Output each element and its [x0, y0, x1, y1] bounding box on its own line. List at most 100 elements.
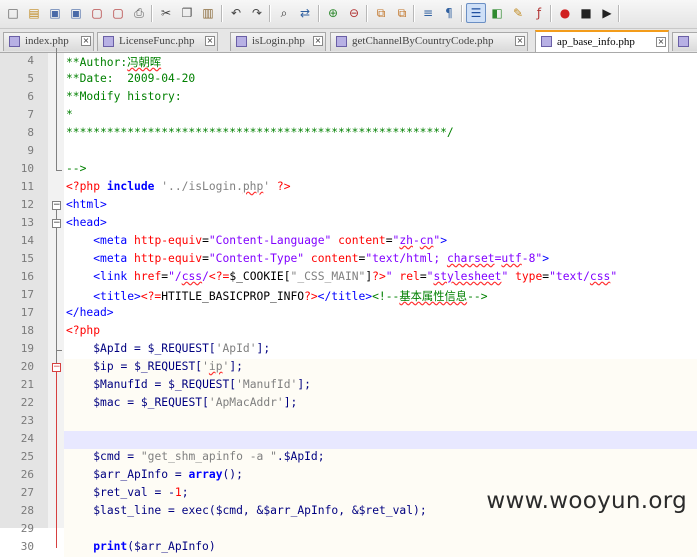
code-line[interactable]: 15 <meta http-equiv="Content-Type" conte…: [0, 251, 697, 269]
replace-button[interactable]: ⇄: [295, 3, 315, 23]
close-file-button[interactable]: ▢: [87, 3, 107, 23]
code-line[interactable]: 17 <title><?=HTITLE_BASICPROP_INFO?></ti…: [0, 287, 697, 305]
close-tab-icon[interactable]: ×: [313, 36, 323, 46]
line-number: 27: [20, 486, 34, 499]
close-tab-icon[interactable]: ×: [205, 36, 215, 46]
code-text: <head>: [66, 216, 107, 229]
stop-recording-button[interactable]: ■: [576, 3, 596, 23]
undo-button[interactable]: ↶: [226, 3, 246, 23]
php-file-icon: [236, 36, 247, 47]
paste-button[interactable]: ▥: [198, 3, 218, 23]
fold-toggle-icon[interactable]: −: [52, 363, 61, 372]
code-line[interactable]: 7 *: [0, 107, 697, 125]
undo-icon: ↶: [230, 6, 242, 20]
code-line[interactable]: 23: [0, 413, 697, 431]
code-line[interactable]: 18 <?php: [0, 323, 697, 341]
code-line[interactable]: 25 $cmd = "get_shm_apinfo -a ".$ApId;: [0, 449, 697, 467]
tab-ap-base-info-php[interactable]: ap_base_info.php ×: [535, 30, 669, 52]
code-line[interactable]: 5 **Date: 2009-04-20: [0, 71, 697, 89]
code-line[interactable]: 17 </head>: [0, 305, 697, 323]
show-all-chars-icon: ¶: [445, 6, 453, 20]
tab-index-php[interactable]: index.php ×: [3, 32, 94, 51]
cut-button[interactable]: ✂: [156, 3, 176, 23]
save-all-button[interactable]: ▣: [66, 3, 86, 23]
code-line[interactable]: 24: [0, 431, 697, 449]
word-wrap-button[interactable]: ≡: [418, 3, 438, 23]
close-tab-icon[interactable]: ×: [515, 36, 525, 46]
line-number: 13: [20, 216, 34, 229]
tab-overflow[interactable]: [672, 32, 697, 51]
fold-guide-line: [56, 228, 57, 350]
line-number: 24: [20, 432, 34, 445]
find-button[interactable]: ⌕: [274, 3, 294, 23]
fold-toggle-icon[interactable]: −: [52, 201, 61, 210]
code-text: $ret_val = -1;: [93, 486, 189, 499]
tab-label: ap_base_info.php: [557, 36, 635, 48]
copy-button[interactable]: ❐: [177, 3, 197, 23]
code-line[interactable]: 30 print($arr_ApInfo): [0, 539, 697, 557]
open-file-icon: ▤: [28, 6, 40, 20]
line-number: 5: [27, 72, 34, 85]
playback-macro-button[interactable]: ▶: [597, 3, 617, 23]
word-wrap-icon: ≡: [422, 6, 434, 20]
line-number: 26: [20, 468, 34, 481]
code-line[interactable]: 22 $mac = $_REQUEST['ApMacAddr'];: [0, 395, 697, 413]
tab-islogin-php[interactable]: isLogin.php ×: [230, 32, 326, 51]
record-macro-button[interactable]: ●: [555, 3, 575, 23]
code-line[interactable]: 11 <?php include '../isLogin.php' ?>: [0, 179, 697, 197]
close-tab-icon[interactable]: ×: [656, 37, 666, 47]
open-file-button[interactable]: ▤: [24, 3, 44, 23]
indent-guide-icon: ☰: [470, 6, 482, 20]
sync-horizontal-button[interactable]: ⧉: [392, 3, 412, 23]
save-button[interactable]: ▣: [45, 3, 65, 23]
php-file-icon: [678, 36, 689, 47]
tab-licensefunc-php[interactable]: LicenseFunc.php ×: [97, 32, 218, 51]
code-line[interactable]: 26 $arr_ApInfo = array();: [0, 467, 697, 485]
function-list-button[interactable]: ƒ: [529, 3, 549, 23]
show-all-chars-button[interactable]: ¶: [439, 3, 459, 23]
code-line[interactable]: 8 ***************************************…: [0, 125, 697, 143]
save-all-icon: ▣: [70, 6, 82, 20]
line-number: 17: [20, 306, 34, 319]
redo-button[interactable]: ↷: [247, 3, 267, 23]
code-line[interactable]: 12 <html>: [0, 197, 697, 215]
code-editor[interactable]: 4 **Author:冯朝晖 5 **Date: 2009-04-20 6 **Modif…: [0, 48, 697, 557]
code-text: $arr_ApInfo = array();: [93, 468, 243, 481]
code-text: print($arr_ApInfo): [93, 540, 216, 553]
code-text: <?php include '../isLogin.php' ?>: [66, 180, 291, 193]
code-line[interactable]: 4 **Author:冯朝晖: [0, 53, 697, 71]
close-all-button[interactable]: ▢: [108, 3, 128, 23]
code-text: <?php: [66, 324, 101, 337]
code-line[interactable]: 6 **Modify history:: [0, 89, 697, 107]
line-number: 22: [20, 396, 34, 409]
find-icon: ⌕: [280, 6, 288, 20]
code-line[interactable]: 19 $ApId = $_REQUEST['ApId'];: [0, 341, 697, 359]
zoom-out-button[interactable]: ⊖: [344, 3, 364, 23]
code-line[interactable]: 9: [0, 143, 697, 161]
line-number: 17: [20, 288, 34, 301]
line-number: 28: [20, 504, 34, 517]
php-file-icon: [103, 36, 114, 47]
code-text: $cmd = "get_shm_apinfo -a ".$ApId;: [93, 450, 325, 463]
code-line[interactable]: 21 $ManufId = $_REQUEST['ManufId'];: [0, 377, 697, 395]
code-line[interactable]: 29: [0, 521, 697, 539]
document-map-button[interactable]: ✎: [508, 3, 528, 23]
watermark: www.wooyun.org: [486, 488, 687, 514]
indent-guide-button[interactable]: ☰: [466, 3, 486, 23]
print-button[interactable]: ⎙: [129, 3, 149, 23]
code-line[interactable]: 16 <link href="/css/<?=$_COOKIE["_CSS_MA…: [0, 269, 697, 287]
code-line[interactable]: 13 <head>: [0, 215, 697, 233]
zoom-in-button[interactable]: ⊕: [323, 3, 343, 23]
fold-toggle-icon[interactable]: −: [52, 219, 61, 228]
language-button[interactable]: ◧: [487, 3, 507, 23]
code-line[interactable]: 20 $ip = $_REQUEST['ip'];: [0, 359, 697, 377]
close-tab-icon[interactable]: ×: [81, 36, 91, 46]
tab-label: LicenseFunc.php: [119, 35, 195, 47]
sync-vertical-button[interactable]: ⧉: [371, 3, 391, 23]
code-text: </head>: [66, 306, 114, 319]
tab-label: index.php: [25, 35, 69, 47]
tab-getchannelbycountrycode-php[interactable]: getChannelByCountryCode.php ×: [330, 32, 528, 51]
new-file-button[interactable]: □: [3, 3, 23, 23]
code-line[interactable]: 14 <meta http-equiv="Content-Language" c…: [0, 233, 697, 251]
code-line[interactable]: 10 -->: [0, 161, 697, 179]
